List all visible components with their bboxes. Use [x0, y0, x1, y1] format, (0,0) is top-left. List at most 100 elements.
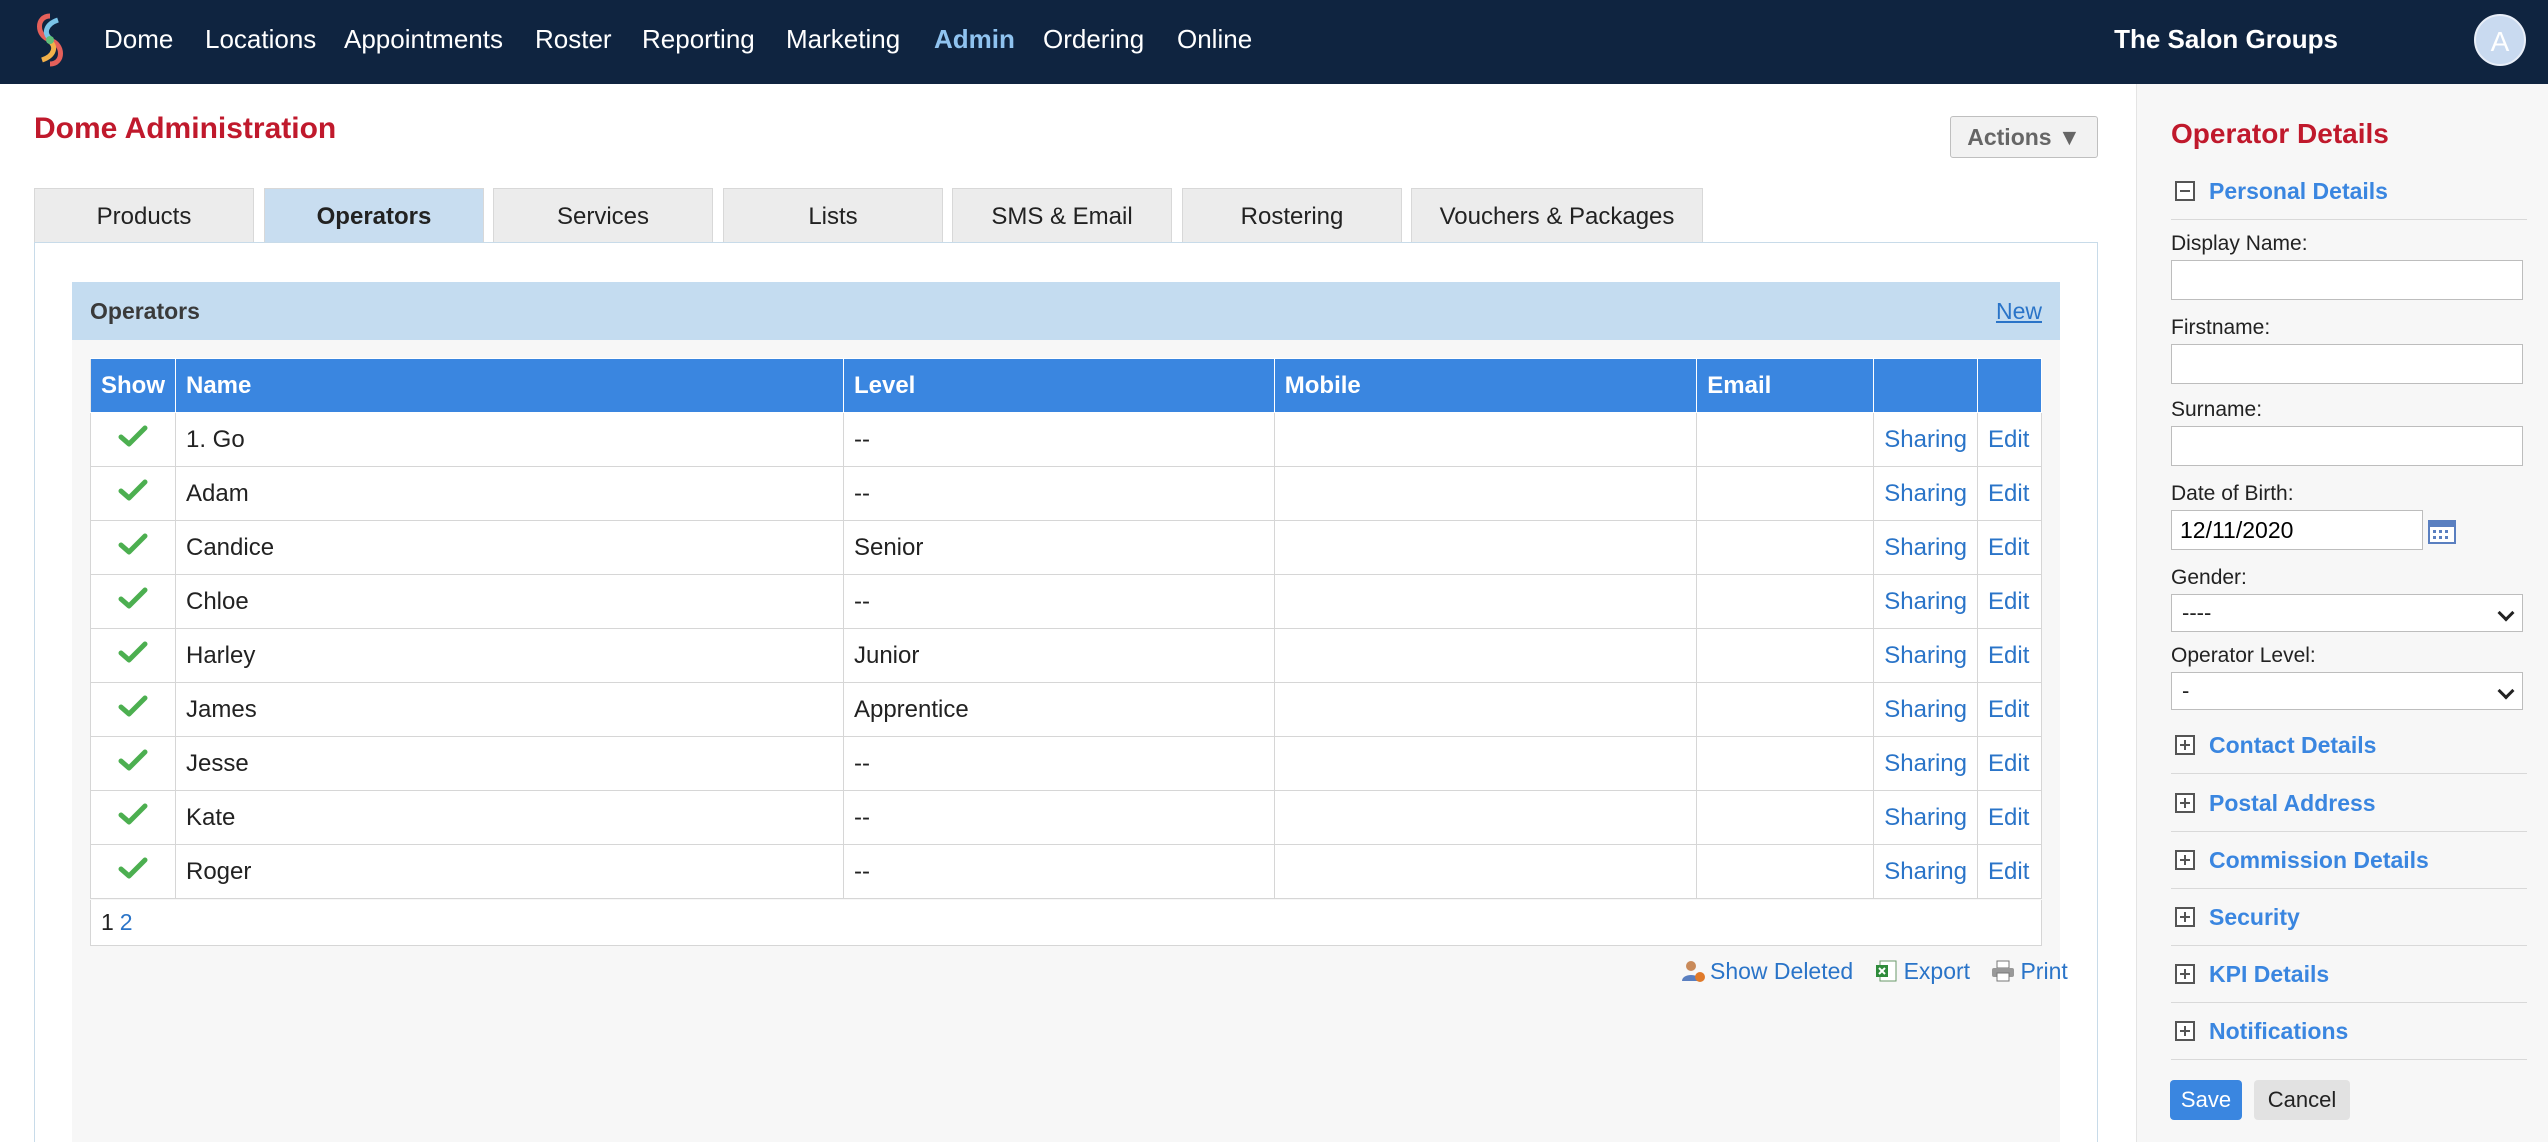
show-cell[interactable] — [90, 574, 176, 629]
table-row[interactable]: Roger -- Sharing Edit — [90, 844, 2042, 899]
table-row[interactable]: Jesse -- Sharing Edit — [90, 736, 2042, 791]
checkmark-icon[interactable] — [118, 694, 148, 718]
new-operator-link[interactable]: New — [1996, 282, 2042, 340]
checkmark-icon[interactable] — [118, 856, 148, 880]
section-contact-details[interactable]: Contact Details — [2171, 718, 2527, 774]
show-cell[interactable] — [90, 790, 176, 845]
table-row[interactable]: Chloe -- Sharing Edit — [90, 574, 2042, 629]
export-link[interactable]: Export — [1874, 958, 1977, 984]
nav-marketing[interactable]: Marketing — [786, 0, 900, 84]
expand-icon[interactable] — [2175, 735, 2195, 755]
checkmark-icon[interactable] — [118, 640, 148, 664]
tab-lists[interactable]: Lists — [723, 188, 943, 244]
edit-link[interactable]: Edit — [1977, 736, 2042, 791]
display-name-field[interactable] — [2171, 260, 2523, 300]
col-show[interactable]: Show — [90, 358, 176, 413]
table-row[interactable]: 1. Go -- Sharing Edit — [90, 412, 2042, 467]
col-name[interactable]: Name — [175, 358, 844, 413]
nav-dome[interactable]: Dome — [104, 0, 173, 84]
show-cell[interactable] — [90, 844, 176, 899]
save-button[interactable]: Save — [2170, 1080, 2242, 1120]
sharing-link[interactable]: Sharing — [1873, 520, 1978, 575]
tab-products[interactable]: Products — [34, 188, 254, 244]
nav-roster[interactable]: Roster — [535, 0, 612, 84]
sharing-link[interactable]: Sharing — [1873, 844, 1978, 899]
section-postal-address[interactable]: Postal Address — [2171, 776, 2527, 832]
tab-sms-email[interactable]: SMS & Email — [952, 188, 1172, 244]
surname-field[interactable] — [2171, 426, 2523, 466]
checkmark-icon[interactable] — [118, 802, 148, 826]
edit-link[interactable]: Edit — [1977, 412, 2042, 467]
edit-link[interactable]: Edit — [1977, 574, 2042, 629]
show-cell[interactable] — [90, 682, 176, 737]
section-label[interactable]: KPI Details — [2209, 947, 2329, 1001]
expand-icon[interactable] — [2175, 793, 2195, 813]
section-label[interactable]: Contact Details — [2209, 718, 2376, 772]
expand-icon[interactable] — [2175, 907, 2195, 927]
section-kpi-details[interactable]: KPI Details — [2171, 947, 2527, 1003]
edit-link[interactable]: Edit — [1977, 844, 2042, 899]
checkmark-icon[interactable] — [118, 532, 148, 556]
show-cell[interactable] — [90, 520, 176, 575]
col-email[interactable]: Email — [1696, 358, 1875, 413]
sharing-link[interactable]: Sharing — [1873, 790, 1978, 845]
nav-appointments[interactable]: Appointments — [344, 0, 503, 84]
show-cell[interactable] — [90, 412, 176, 467]
print-link[interactable]: Print — [1990, 958, 2068, 984]
sharing-link[interactable]: Sharing — [1873, 574, 1978, 629]
show-cell[interactable] — [90, 736, 176, 791]
org-name[interactable]: The Salon Groups — [2114, 0, 2338, 84]
edit-link[interactable]: Edit — [1977, 790, 2042, 845]
expand-icon[interactable] — [2175, 1021, 2195, 1041]
edit-link[interactable]: Edit — [1977, 628, 2042, 683]
tab-operators[interactable]: Operators — [264, 188, 484, 244]
tab-rostering[interactable]: Rostering — [1182, 188, 1402, 244]
table-row[interactable]: Candice Senior Sharing Edit — [90, 520, 2042, 575]
avatar[interactable]: A — [2474, 14, 2526, 66]
show-cell[interactable] — [90, 466, 176, 521]
nav-admin[interactable]: Admin — [934, 0, 1015, 84]
section-label[interactable]: Security — [2209, 890, 2300, 944]
checkmark-icon[interactable] — [118, 478, 148, 502]
col-mobile[interactable]: Mobile — [1273, 358, 1698, 413]
tab-services[interactable]: Services — [493, 188, 713, 244]
col-level[interactable]: Level — [842, 358, 1275, 413]
sharing-link[interactable]: Sharing — [1873, 466, 1978, 521]
nav-locations[interactable]: Locations — [205, 0, 316, 84]
sharing-link[interactable]: Sharing — [1873, 412, 1978, 467]
nav-reporting[interactable]: Reporting — [642, 0, 755, 84]
section-label[interactable]: Personal Details — [2209, 164, 2388, 218]
cancel-button[interactable]: Cancel — [2254, 1080, 2350, 1120]
section-security[interactable]: Security — [2171, 890, 2527, 946]
table-row[interactable]: Adam -- Sharing Edit — [90, 466, 2042, 521]
checkmark-icon[interactable] — [118, 586, 148, 610]
sharing-link[interactable]: Sharing — [1873, 682, 1978, 737]
table-row[interactable]: Harley Junior Sharing Edit — [90, 628, 2042, 683]
calendar-icon[interactable] — [2428, 518, 2456, 544]
table-row[interactable]: Kate -- Sharing Edit — [90, 790, 2042, 845]
tab-vouchers-packages[interactable]: Vouchers & Packages — [1411, 188, 1703, 244]
nav-online[interactable]: Online — [1177, 0, 1252, 84]
edit-link[interactable]: Edit — [1977, 520, 2042, 575]
firstname-field[interactable] — [2171, 344, 2523, 384]
expand-icon[interactable] — [2175, 964, 2195, 984]
dob-field[interactable] — [2171, 510, 2423, 550]
logo-icon[interactable] — [28, 12, 72, 68]
section-commission-details[interactable]: Commission Details — [2171, 833, 2527, 889]
checkmark-icon[interactable] — [118, 748, 148, 772]
section-label[interactable]: Notifications — [2209, 1004, 2348, 1058]
page-link-2[interactable]: 2 — [120, 909, 133, 935]
show-cell[interactable] — [90, 628, 176, 683]
show-deleted-link[interactable]: Show Deleted — [1680, 958, 1860, 984]
section-personal-details[interactable]: Personal Details — [2171, 164, 2527, 220]
edit-link[interactable]: Edit — [1977, 466, 2042, 521]
gender-select[interactable]: ---- — [2171, 594, 2523, 632]
operator-level-select[interactable]: - — [2171, 672, 2523, 710]
edit-link[interactable]: Edit — [1977, 682, 2042, 737]
section-label[interactable]: Postal Address — [2209, 776, 2376, 830]
expand-icon[interactable] — [2175, 850, 2195, 870]
sharing-link[interactable]: Sharing — [1873, 736, 1978, 791]
collapse-icon[interactable] — [2175, 181, 2195, 201]
checkmark-icon[interactable] — [118, 424, 148, 448]
nav-ordering[interactable]: Ordering — [1043, 0, 1144, 84]
